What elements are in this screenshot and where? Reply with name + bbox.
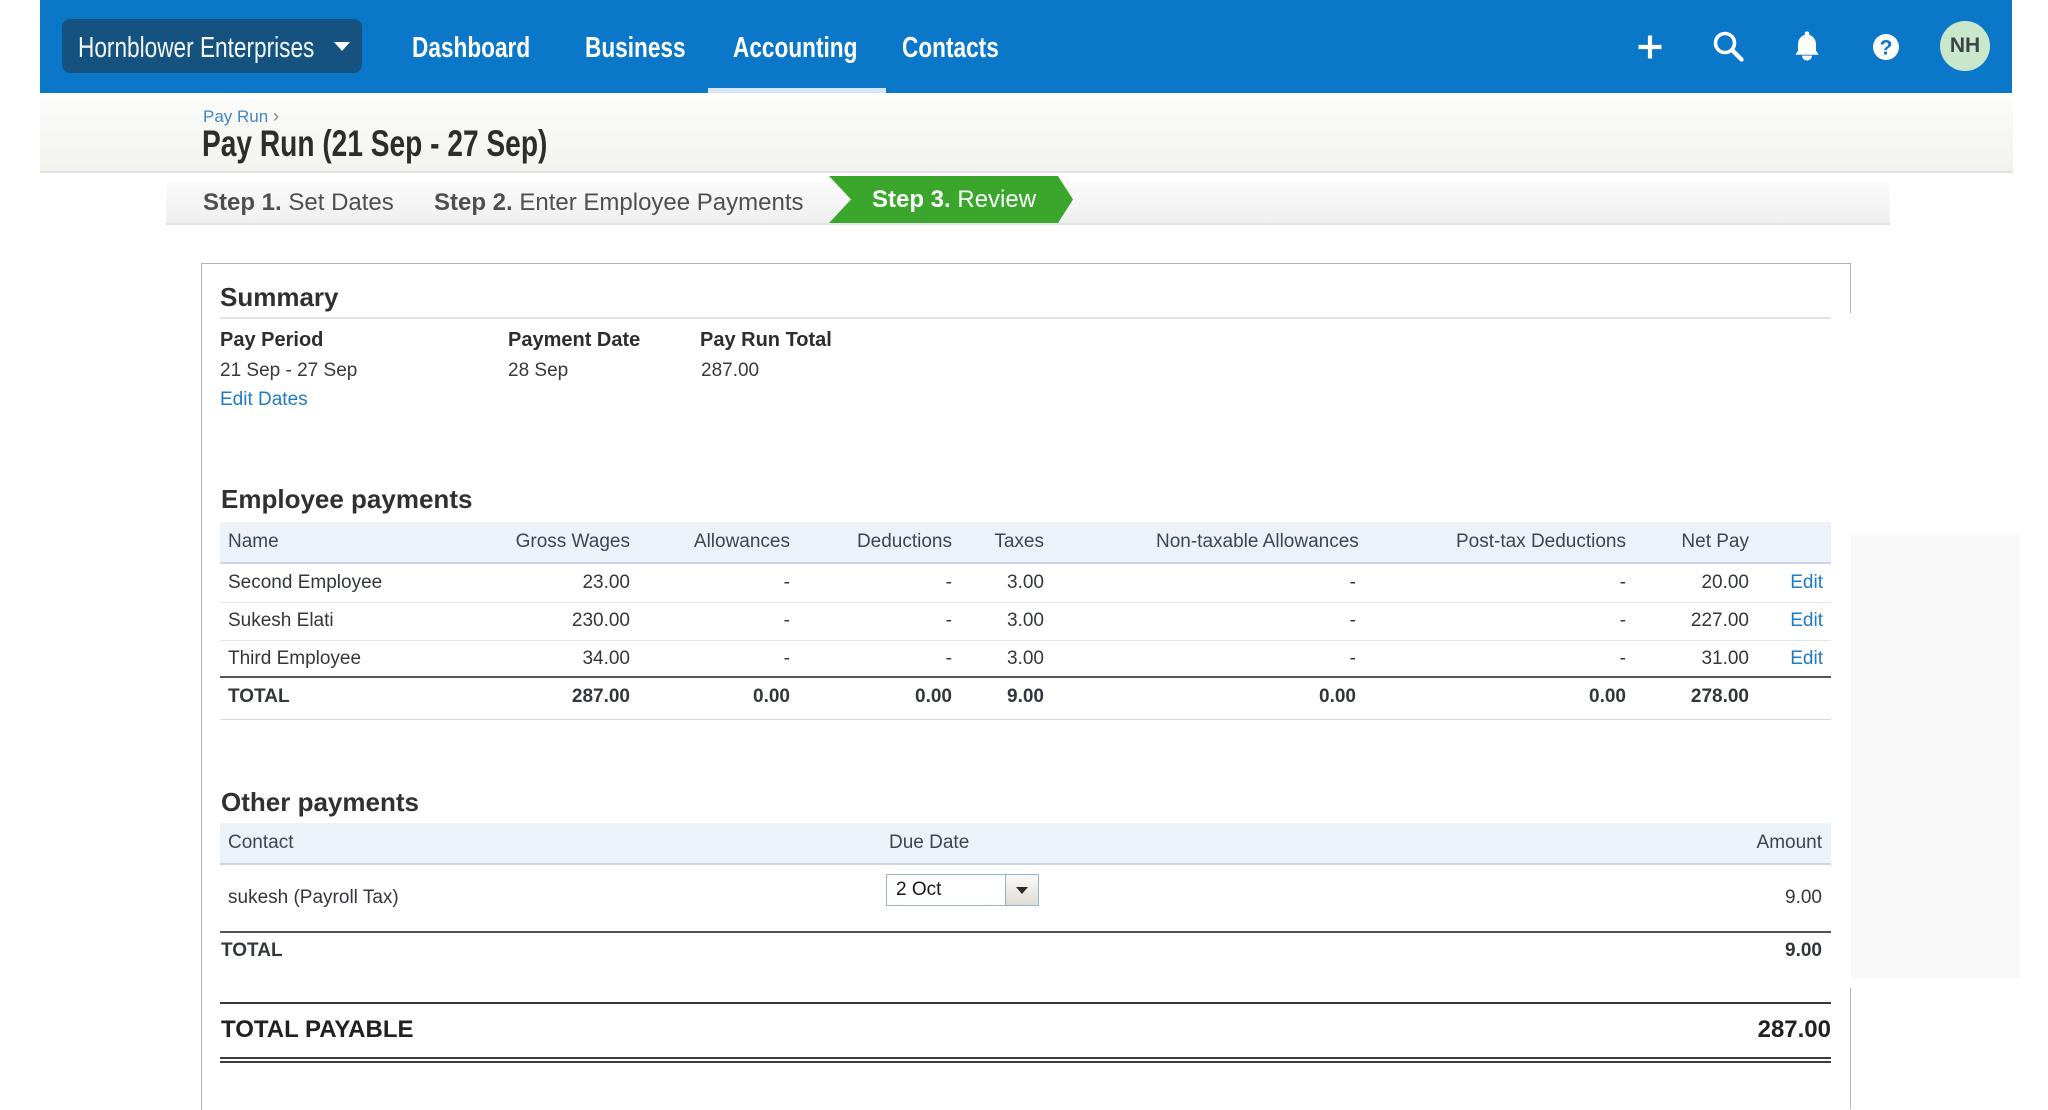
svg-text:?: ? (1880, 37, 1893, 60)
